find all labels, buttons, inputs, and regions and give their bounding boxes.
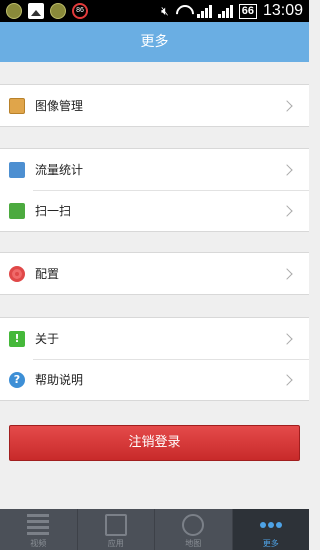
menu-item-label: 关于 <box>35 332 60 346</box>
bottom-tab-bar: 视频 应用 地图 更多 <box>0 509 309 550</box>
chevron-right-icon <box>281 163 293 176</box>
menu-item-label: 帮助说明 <box>35 373 84 387</box>
tab-label: 应用 <box>107 539 124 548</box>
menu-item-label: 配置 <box>35 267 60 281</box>
menu-group-tools: 流量统计 扫一扫 <box>0 148 309 232</box>
page-title: 更多 <box>0 22 309 62</box>
image-manage-icon <box>9 97 25 114</box>
stats-icon <box>9 161 25 178</box>
mute-icon: 🔇︎ <box>161 3 169 18</box>
chevron-right-icon <box>281 267 293 280</box>
menu-item-label: 流量统计 <box>35 163 84 177</box>
more-dots-icon <box>259 514 282 536</box>
chevron-right-icon <box>281 332 293 345</box>
tab-more[interactable]: 更多 <box>232 509 309 550</box>
signal-icon-2 <box>217 4 233 18</box>
scan-icon <box>9 202 25 219</box>
menu-item-label: 图像管理 <box>35 99 84 113</box>
menu-group-info: ! 关于 ? 帮助说明 <box>0 317 309 401</box>
menu-item-label: 扫一扫 <box>35 204 72 218</box>
image-notification-icon <box>28 3 44 19</box>
menu-group-config: 配置 <box>0 252 309 295</box>
app-icon <box>104 514 127 536</box>
menu-item-about[interactable]: ! 关于 <box>0 318 309 359</box>
app-notification-icon-2 <box>50 3 66 19</box>
status-bar: 86 🔇︎ 66 13:09 <box>0 0 309 22</box>
about-icon: ! <box>9 330 25 347</box>
chevron-right-icon <box>281 204 293 217</box>
menu-item-traffic-stats[interactable]: 流量统计 <box>0 149 309 190</box>
clock: 13:09 <box>262 2 303 19</box>
signal-icon <box>196 4 212 18</box>
tab-label: 地图 <box>185 539 202 548</box>
menu-item-help[interactable]: ? 帮助说明 <box>0 359 309 400</box>
help-icon: ? <box>9 371 25 388</box>
tab-label: 更多 <box>262 539 279 548</box>
menu-item-image-management[interactable]: 图像管理 <box>0 85 309 126</box>
video-list-icon <box>27 514 50 536</box>
gear-icon <box>9 265 25 282</box>
menu-item-settings[interactable]: 配置 <box>0 253 309 294</box>
menu-item-scan[interactable]: 扫一扫 <box>0 190 309 231</box>
logout-button[interactable]: 注销登录 <box>9 425 300 461</box>
menu-group-image: 图像管理 <box>0 84 309 127</box>
tab-map[interactable]: 地图 <box>155 509 233 550</box>
chevron-right-icon <box>281 373 293 386</box>
battery-indicator: 66 <box>238 3 257 19</box>
badge-notification-icon: 86 <box>72 3 88 19</box>
map-globe-icon <box>182 514 205 536</box>
chevron-right-icon <box>281 99 293 112</box>
wifi-icon <box>175 4 191 18</box>
tab-video[interactable]: 视频 <box>0 509 78 550</box>
tab-apps[interactable]: 应用 <box>78 509 155 550</box>
tab-label: 视频 <box>30 539 47 548</box>
app-notification-icon <box>6 3 22 19</box>
